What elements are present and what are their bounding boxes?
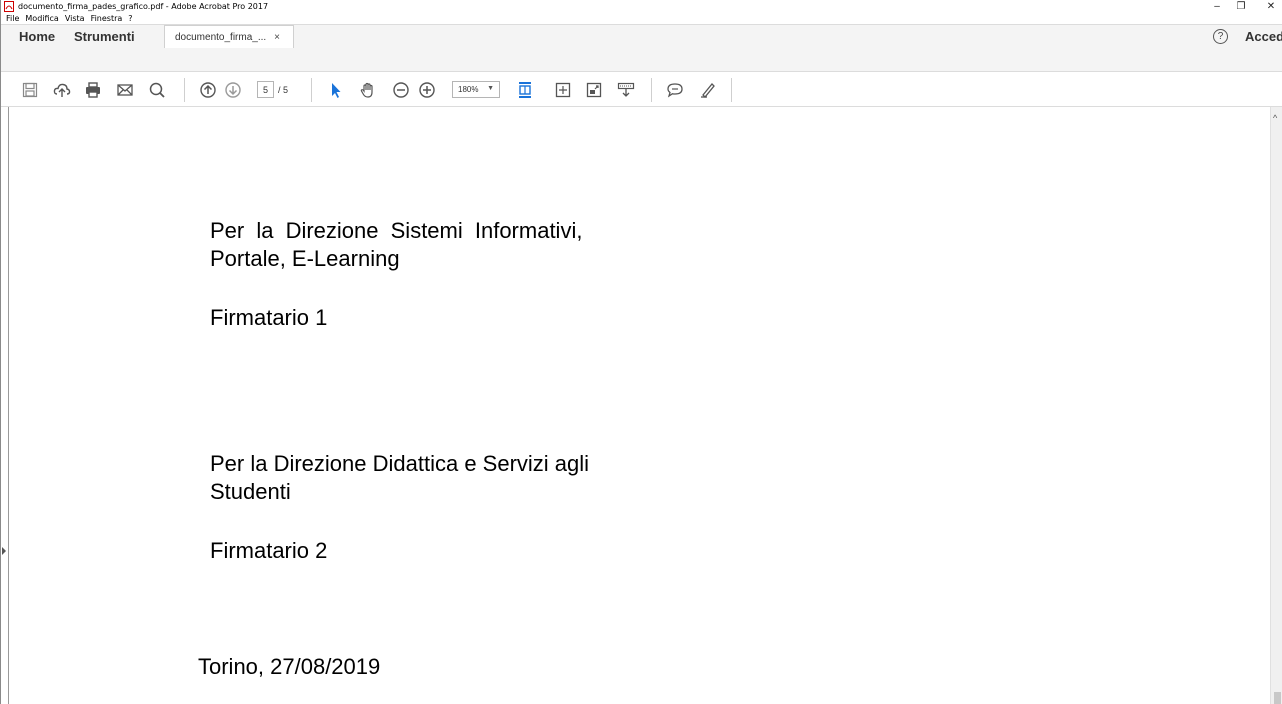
menu-bar: File Modifica Vista Finestra ? xyxy=(1,13,136,24)
tab-document-label: documento_firma_... xyxy=(175,31,267,43)
signin-button[interactable]: Accedi xyxy=(1245,25,1282,48)
hand-icon[interactable] xyxy=(358,80,378,100)
document-text-line: Portale, E-Learning xyxy=(210,246,400,271)
signer-1-label: Firmatario 1 xyxy=(210,305,328,330)
tab-tools[interactable]: Strumenti xyxy=(74,25,135,48)
zoom-value: 180% xyxy=(458,85,479,94)
highlight-pen-icon[interactable] xyxy=(698,80,718,100)
acrobat-pdf-icon xyxy=(4,1,14,12)
help-icon[interactable]: ? xyxy=(1213,29,1228,44)
fit-page-icon[interactable] xyxy=(515,80,535,100)
page-down-icon[interactable] xyxy=(223,80,243,100)
comment-icon[interactable] xyxy=(665,80,685,100)
maximize-button[interactable]: ❐ xyxy=(1231,0,1251,13)
toolbar-separator xyxy=(311,78,312,102)
menu-vista[interactable]: Vista xyxy=(62,13,88,24)
zoom-out-icon[interactable] xyxy=(391,80,411,100)
menu-modifica[interactable]: Modifica xyxy=(22,13,61,24)
print-icon[interactable] xyxy=(83,80,103,100)
toolbar: 5 / 5 180% ▼ xyxy=(1,71,1282,107)
title-bar: documento_firma_pades_grafico.pdf - Adob… xyxy=(1,0,1282,13)
fullscreen-icon[interactable] xyxy=(584,80,604,100)
fit-width-icon[interactable] xyxy=(553,80,573,100)
place-date: Torino, 27/08/2019 xyxy=(198,654,381,679)
page-up-icon[interactable] xyxy=(198,80,218,100)
document-text-line: Per la Direzione Sistemi Informativi, xyxy=(210,218,583,243)
chevron-right-icon xyxy=(2,547,6,555)
menu-help[interactable]: ? xyxy=(125,13,135,24)
page-total: / 5 xyxy=(278,84,289,95)
page-number-input[interactable]: 5 xyxy=(257,81,274,98)
window-title: documento_firma_pades_grafico.pdf - Adob… xyxy=(18,2,269,11)
close-tab-icon[interactable]: × xyxy=(274,32,280,43)
search-icon[interactable] xyxy=(147,80,167,100)
read-mode-icon[interactable] xyxy=(616,80,636,100)
zoom-in-icon[interactable] xyxy=(417,80,437,100)
close-window-button[interactable]: ✕ xyxy=(1261,0,1281,13)
acrobat-window: documento_firma_pades_grafico.pdf - Adob… xyxy=(0,0,1282,704)
select-arrow-icon[interactable] xyxy=(326,80,346,100)
document-text-line: Studenti xyxy=(210,479,291,504)
vertical-scrollbar[interactable]: ^ xyxy=(1270,107,1282,704)
menu-file[interactable]: File xyxy=(3,13,22,24)
document-page xyxy=(9,107,1271,704)
tab-bar: Home Strumenti documento_firma_... × ? A… xyxy=(1,24,1282,72)
toolbar-separator xyxy=(651,78,652,102)
email-icon[interactable] xyxy=(115,80,135,100)
toolbar-separator xyxy=(184,78,185,102)
scroll-up-arrow-icon[interactable]: ^ xyxy=(1273,113,1277,123)
chevron-down-icon: ▼ xyxy=(487,85,494,92)
signer-2-label: Firmatario 2 xyxy=(210,538,328,563)
menu-finestra[interactable]: Finestra xyxy=(88,13,126,24)
minimize-button[interactable]: – xyxy=(1207,0,1227,13)
toolbar-separator xyxy=(731,78,732,102)
cloud-upload-icon[interactable] xyxy=(52,80,72,100)
scrollbar-thumb[interactable] xyxy=(1274,692,1281,704)
navigation-pane-toggle[interactable] xyxy=(1,107,9,704)
save-icon[interactable] xyxy=(20,80,40,100)
document-text-line: Per la Direzione Didattica e Servizi agl… xyxy=(210,451,590,476)
tab-document[interactable]: documento_firma_... × xyxy=(164,25,294,48)
tab-home[interactable]: Home xyxy=(19,25,55,48)
zoom-select[interactable]: 180% ▼ xyxy=(452,81,500,98)
